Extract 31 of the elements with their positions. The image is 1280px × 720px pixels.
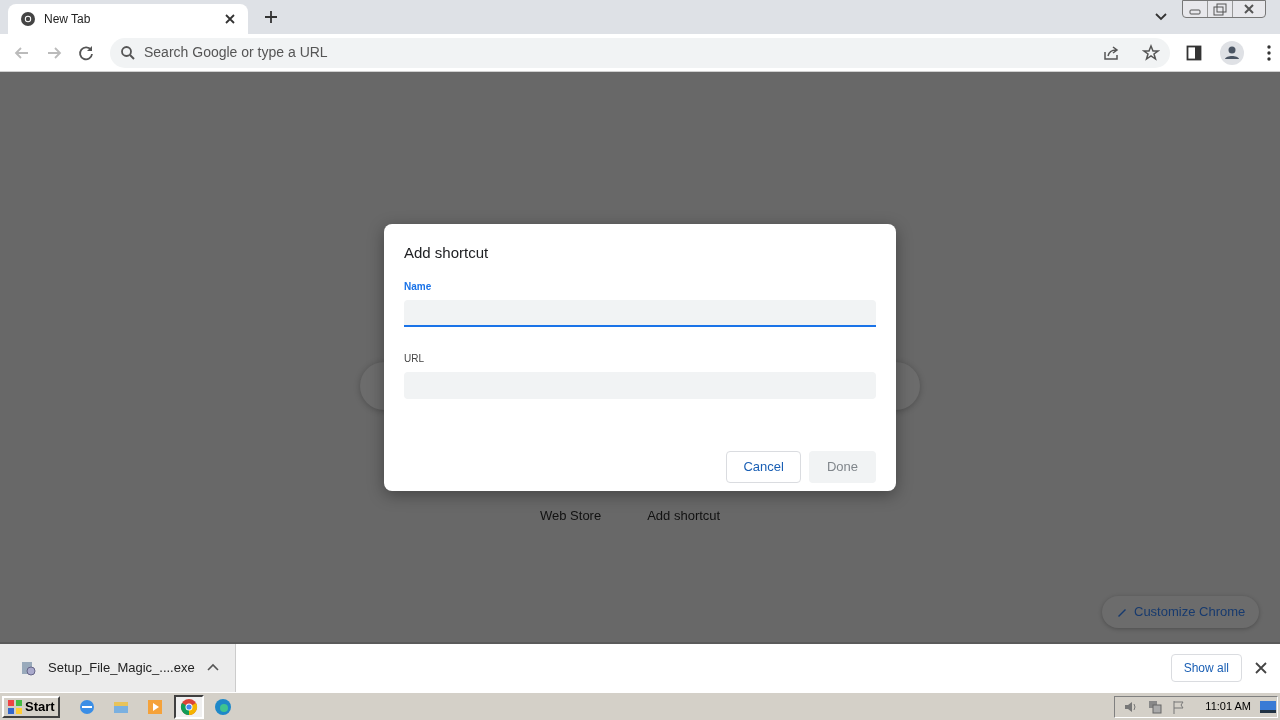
menu-icon[interactable]	[1266, 43, 1272, 62]
chrome-icon[interactable]	[173, 694, 204, 719]
download-item[interactable]: Setup_File_Magic_....exe	[0, 644, 236, 692]
field-label: Name	[404, 279, 433, 294]
download-filename: Setup_File_Magic_....exe	[48, 659, 195, 678]
show-all-button[interactable]: Show all	[1170, 654, 1242, 682]
close-icon[interactable]	[224, 13, 236, 25]
dialog-button[interactable]: Cancel	[726, 450, 801, 483]
chrome-icon	[20, 11, 36, 27]
pencil-icon	[1116, 606, 1128, 618]
side-panel-icon[interactable]	[1186, 44, 1202, 61]
shortcut-label[interactable]: Web Store	[540, 506, 602, 526]
input-field[interactable]	[404, 299, 876, 327]
dialog-title: Add shortcut	[404, 243, 490, 263]
star-icon[interactable]	[1142, 43, 1160, 62]
start-button[interactable]: Start	[2, 695, 60, 718]
tab-title: New Tab	[44, 11, 92, 28]
profile-icon[interactable]	[1220, 40, 1244, 65]
new-tab-icon[interactable]	[264, 10, 278, 24]
close-icon[interactable]	[1255, 662, 1267, 674]
shortcut-label[interactable]: Add shortcut	[647, 506, 721, 526]
installer-icon	[20, 660, 36, 676]
browser-tab[interactable]: New Tab	[8, 4, 248, 34]
network-icon[interactable]	[1147, 698, 1164, 715]
address-bar[interactable]: Search Google or type a URL	[110, 37, 1170, 68]
search-icon	[120, 44, 136, 61]
desktop-icon[interactable]	[1259, 698, 1277, 715]
share-icon[interactable]	[1102, 43, 1120, 62]
windows-logo-icon	[7, 698, 23, 715]
field-label: URL	[404, 351, 425, 366]
clock[interactable]: 11:01 AM	[1205, 698, 1251, 715]
